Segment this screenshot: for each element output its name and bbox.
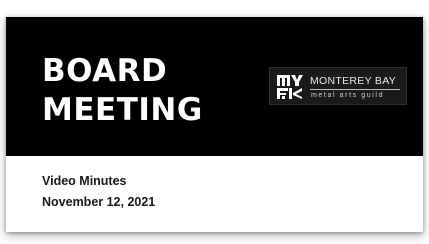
subtitle-line-2: November 12, 2021 [42,195,156,209]
mbmag-logo-icon [277,75,303,99]
guild-logo: MONTEREY BAY metal arts guild [269,67,407,105]
title-line-1: BOARD [42,53,168,89]
slide-subtitle: Video Minutes November 12, 2021 [42,171,155,213]
logo-divider [310,89,400,90]
logo-subtitle: metal arts guild [311,92,385,99]
title-line-2: MEETING [42,92,203,128]
slide-title: BOARD MEETING [42,52,203,130]
subtitle-line-1: Video Minutes [42,174,127,188]
slide-thumbnail: BOARD MEETING MONTEREY BAY metal arts gu… [6,17,423,232]
title-banner: BOARD MEETING MONTEREY BAY metal arts gu… [6,17,423,156]
logo-title: MONTEREY BAY [310,75,397,87]
